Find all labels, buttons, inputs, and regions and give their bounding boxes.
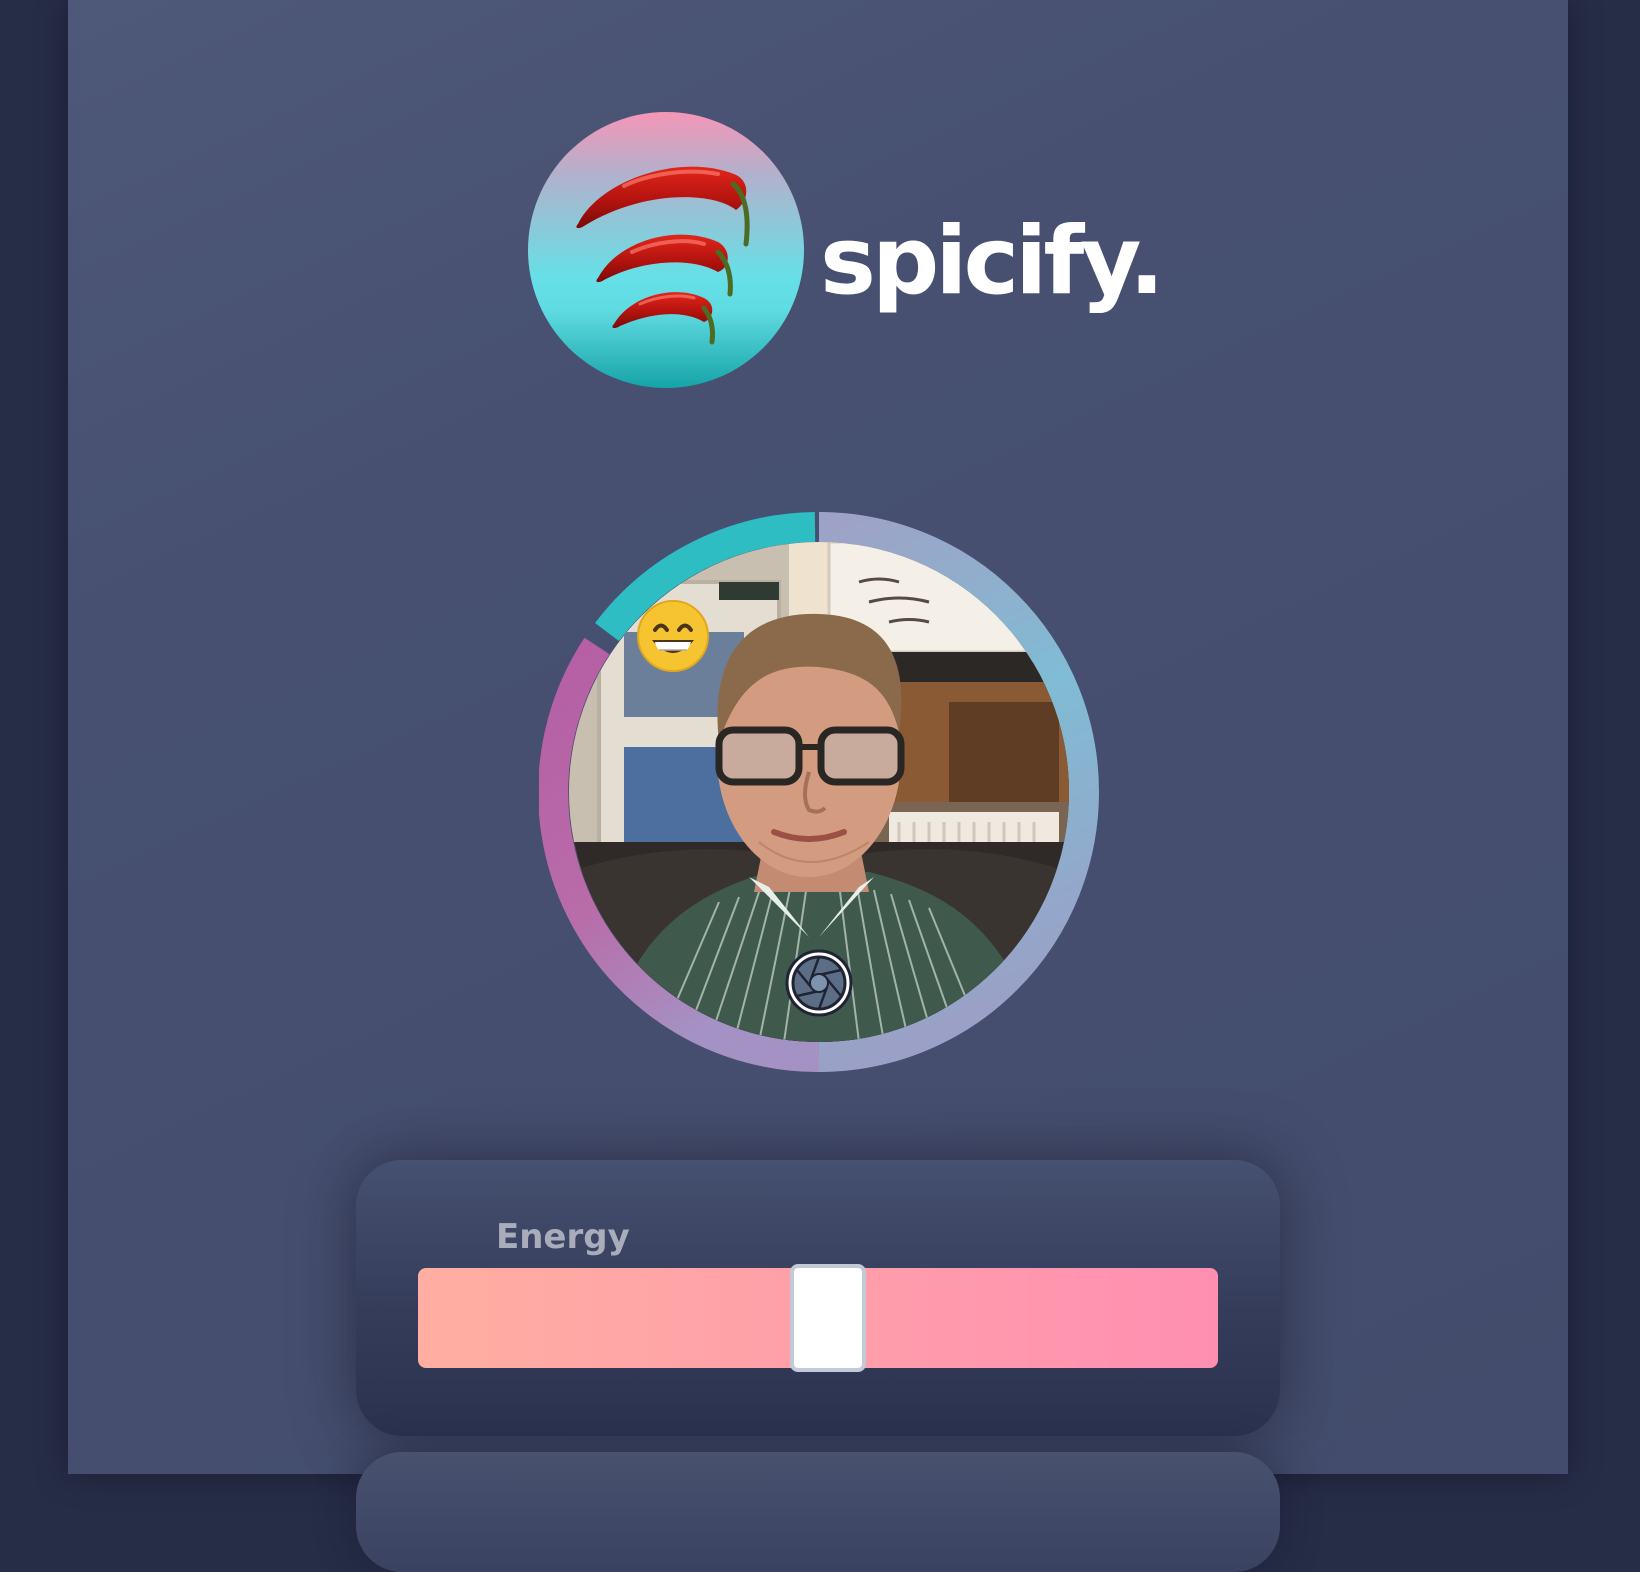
chili-peppers-icon bbox=[528, 112, 804, 388]
app-window: spicify. Energy bbox=[68, 0, 1568, 1572]
emotion-emoji-icon bbox=[637, 600, 709, 672]
energy-slider[interactable] bbox=[418, 1264, 1218, 1372]
energy-slider-card: Energy bbox=[356, 1160, 1280, 1436]
energy-slider-thumb[interactable] bbox=[790, 1264, 866, 1372]
camera-shutter-icon bbox=[785, 949, 853, 1017]
next-slider-card bbox=[356, 1452, 1280, 1572]
capture-shutter-button[interactable] bbox=[785, 949, 853, 1017]
camera-view bbox=[539, 512, 1099, 1072]
brand-logo: spicify. bbox=[528, 112, 1188, 388]
energy-label: Energy bbox=[496, 1217, 630, 1257]
brand-name: spicify. bbox=[820, 207, 1165, 316]
